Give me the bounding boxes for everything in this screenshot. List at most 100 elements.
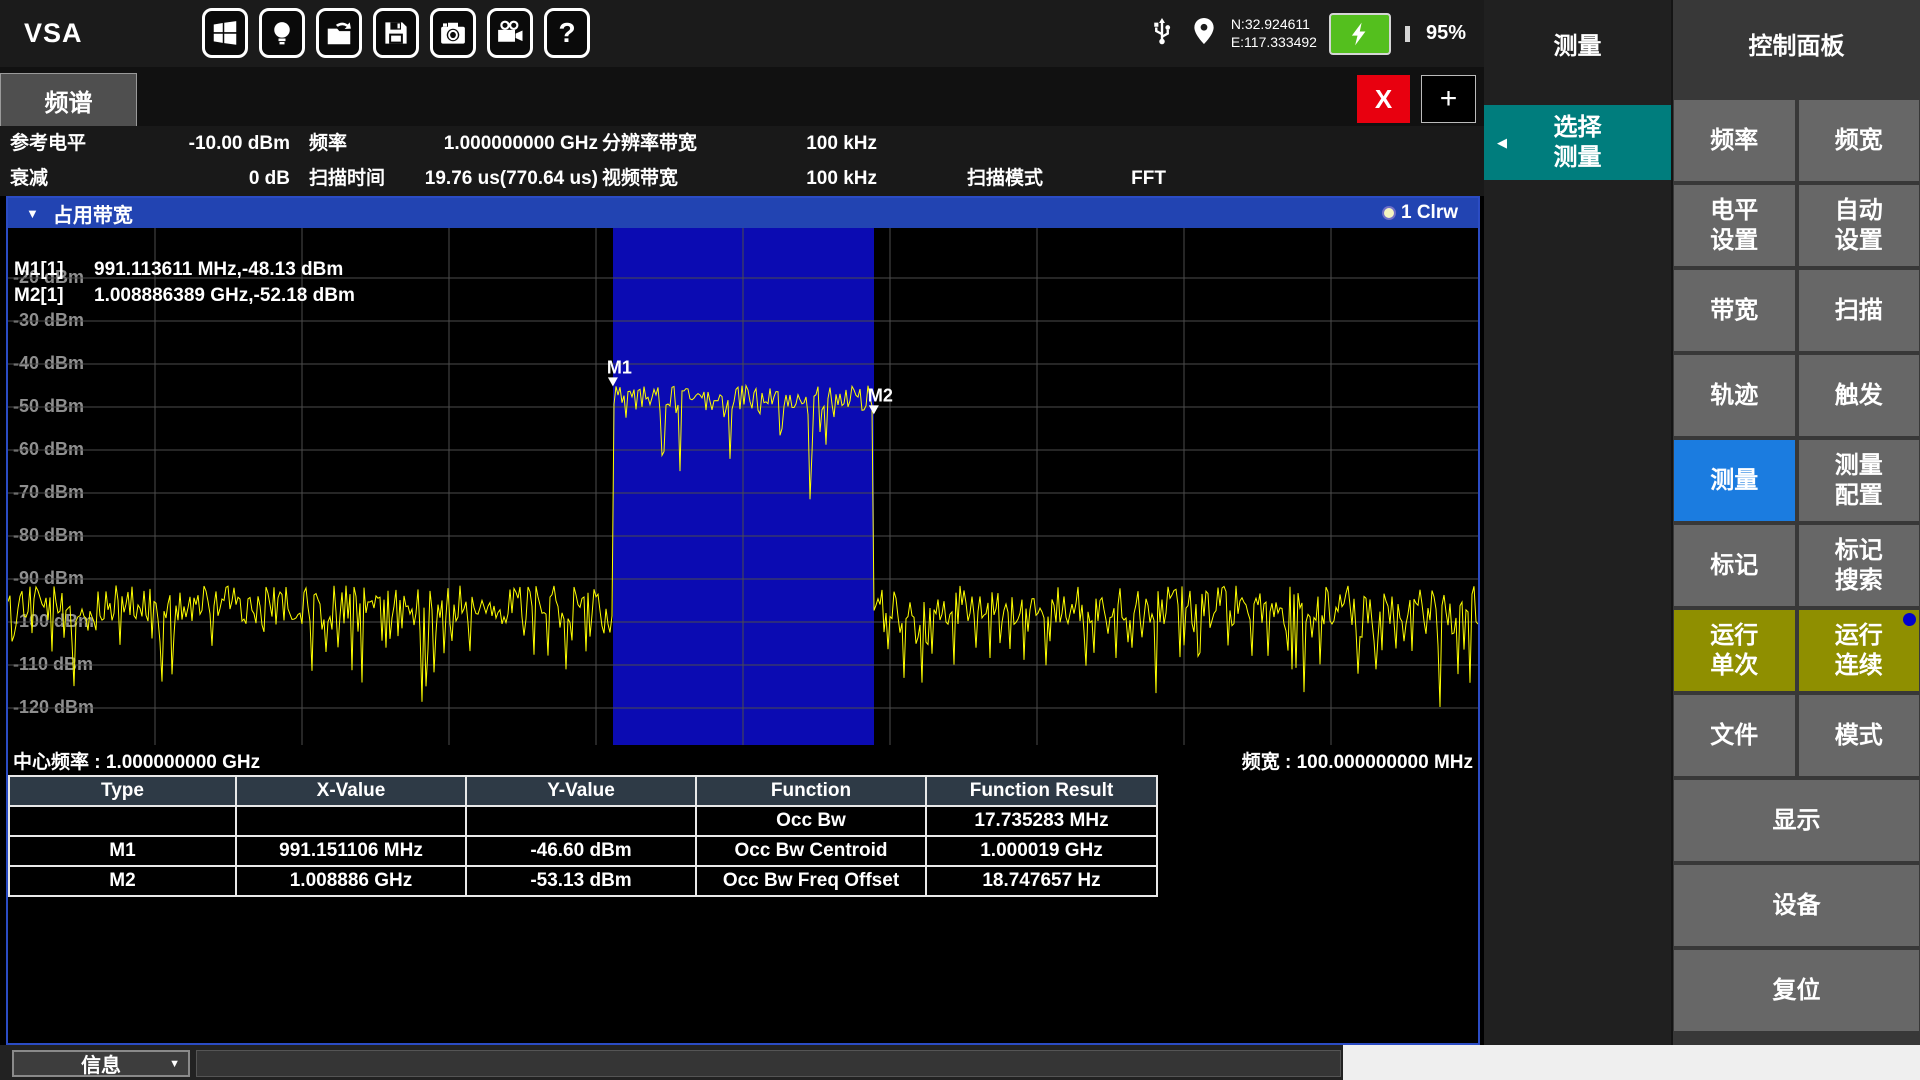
control-button-16[interactable]: 显示 <box>1674 780 1919 861</box>
table-cell: 18.747657 Hz <box>926 866 1157 896</box>
setting-label: 参考电平 <box>10 126 86 161</box>
table-cell <box>466 806 696 836</box>
table-header-cell: Function Result <box>926 776 1157 806</box>
table-header-cell: Type <box>9 776 236 806</box>
setting-label: 分辨率带宽 <box>602 126 697 161</box>
control-button-12[interactable]: 运行 单次 <box>1674 610 1795 691</box>
settings-bar: 参考电平-10.00 dBm频率1.000000000 GHz分辨率带宽100 … <box>0 126 1484 196</box>
gps-north: N:32.924611 <box>1231 16 1317 34</box>
control-button-2[interactable]: 电平 设置 <box>1674 185 1795 266</box>
control-button-14[interactable]: 文件 <box>1674 695 1795 776</box>
table-header-row: TypeX-ValueY-ValueFunctionFunction Resul… <box>9 776 1157 806</box>
control-button-0[interactable]: 频率 <box>1674 100 1795 181</box>
info-label: 信息 <box>81 1049 121 1078</box>
marker-table: TypeX-ValueY-ValueFunctionFunction Resul… <box>8 775 1158 897</box>
top-bar: VSA ? <box>0 0 1484 67</box>
active-dot-icon <box>1903 613 1916 626</box>
close-tab-button[interactable]: X <box>1357 75 1410 123</box>
usb-icon <box>1147 15 1177 52</box>
control-button-1[interactable]: 频宽 <box>1799 100 1920 181</box>
table-cell: Occ Bw Centroid <box>696 836 926 866</box>
table-cell: -53.13 dBm <box>466 866 696 896</box>
app-root: VSA ? <box>0 0 1920 1080</box>
marker-value: 991.113611 MHz,-48.13 dBm <box>94 259 343 280</box>
chart-header: ▼ 占用带宽 1 Clrw <box>8 198 1478 228</box>
control-button-8[interactable]: 测量 <box>1674 440 1795 521</box>
battery-tip <box>1405 26 1410 42</box>
table-cell: Occ Bw <box>696 806 926 836</box>
control-button-15[interactable]: 模式 <box>1799 695 1920 776</box>
control-button-7[interactable]: 触发 <box>1799 355 1920 436</box>
table-cell <box>9 806 236 836</box>
control-button-3[interactable]: 自动 设置 <box>1799 185 1920 266</box>
table-row: Occ Bw17.735283 MHz <box>9 806 1157 836</box>
svg-text:M2: M2 <box>868 385 893 405</box>
select-measurement-button[interactable]: ◀ 选择 测量 <box>1484 105 1671 180</box>
setting-label: 视频带宽 <box>602 161 678 196</box>
save-icon[interactable] <box>373 8 419 58</box>
message-panel <box>196 1050 1341 1077</box>
control-button-18[interactable]: 复位 <box>1674 950 1919 1031</box>
battery-percent: 95% <box>1426 22 1466 45</box>
record-icon[interactable] <box>487 8 533 58</box>
table-cell: 17.735283 MHz <box>926 806 1157 836</box>
tab-spectrum[interactable]: 频谱 <box>0 73 137 126</box>
table-header-cell: Y-Value <box>466 776 696 806</box>
battery-icon <box>1329 13 1391 55</box>
bottom-gray-area <box>1343 1045 1920 1080</box>
screenshot-icon[interactable] <box>430 8 476 58</box>
control-button-6[interactable]: 轨迹 <box>1674 355 1795 436</box>
table-row: M1991.151106 MHz-46.60 dBmOcc Bw Centroi… <box>9 836 1157 866</box>
setting-value: FFT <box>1040 161 1166 196</box>
gps-coordinates: N:32.924611 E:117.333492 <box>1231 16 1317 51</box>
help-icon[interactable]: ? <box>544 8 590 58</box>
marker-name: M1[1] <box>14 259 94 281</box>
select-measurement-label: 选择 测量 <box>1554 113 1602 173</box>
table-cell: 1.008886 GHz <box>236 866 466 896</box>
control-button-4[interactable]: 带宽 <box>1674 270 1795 351</box>
table-cell: 991.151106 MHz <box>236 836 466 866</box>
control-button-17[interactable]: 设备 <box>1674 865 1919 946</box>
windows-icon[interactable] <box>202 8 248 58</box>
svg-text:M1: M1 <box>607 357 632 377</box>
collapse-icon[interactable]: ▼ <box>26 206 39 221</box>
bottom-bar: 信息 ▼ <box>0 1045 1920 1080</box>
settings-row-2: 衰减0 dB扫描时间19.76 us(770.64 us)视频带宽100 kHz… <box>0 161 1484 196</box>
setting-value: 19.76 us(770.64 us) <box>360 161 598 196</box>
location-pin-icon <box>1189 14 1219 53</box>
marker-readout-line: M1[1]991.113611 MHz,-48.13 dBm <box>14 259 343 281</box>
toolbar: ? <box>202 8 590 58</box>
control-button-13[interactable]: 运行 连续 <box>1799 610 1920 691</box>
chart-title: 占用带宽 <box>53 199 133 228</box>
control-button-11[interactable]: 标记 搜索 <box>1799 525 1920 606</box>
table-cell: M1 <box>9 836 236 866</box>
trace-dot-icon <box>1384 208 1394 218</box>
table-cell <box>236 806 466 836</box>
setting-value: 1.000000000 GHz <box>360 126 598 161</box>
trace-badge[interactable]: 1 Clrw <box>1384 198 1458 228</box>
control-button-grid: 频率频宽电平 设置自动 设置带宽扫描轨迹触发测量测量 配置标记标记 搜索运行 单… <box>1674 100 1919 1031</box>
setting-value: 100 kHz <box>700 161 877 196</box>
control-button-9[interactable]: 测量 配置 <box>1799 440 1920 521</box>
trace-badge-label: 1 Clrw <box>1401 202 1458 224</box>
table-cell: -46.60 dBm <box>466 836 696 866</box>
settings-row-1: 参考电平-10.00 dBm频率1.000000000 GHz分辨率带宽100 … <box>0 126 1484 161</box>
measure-menu-column: 测量 ◀ 选择 测量 <box>1484 0 1671 1045</box>
table-header-cell: Function <box>696 776 926 806</box>
arrow-left-icon: ◀ <box>1497 135 1507 151</box>
add-tab-button[interactable]: + <box>1421 75 1476 123</box>
tab-row: 频谱 X + <box>0 67 1484 126</box>
info-dropdown[interactable]: 信息 ▼ <box>12 1050 190 1077</box>
app-logo: VSA <box>24 0 83 67</box>
chart-panel: ▼ 占用带宽 1 Clrw M1M2 -20 dBm-30 dBm-40 dBm… <box>6 196 1480 1045</box>
bulb-icon[interactable] <box>259 8 305 58</box>
control-button-5[interactable]: 扫描 <box>1799 270 1920 351</box>
table-cell: 1.000019 GHz <box>926 836 1157 866</box>
table-header-cell: X-Value <box>236 776 466 806</box>
open-icon[interactable] <box>316 8 362 58</box>
marker-name: M2[1] <box>14 285 94 307</box>
center-frequency: 中心频率 : 1.000000000 GHz <box>13 747 260 774</box>
control-button-10[interactable]: 标记 <box>1674 525 1795 606</box>
marker-readout-line: M2[1]1.008886389 GHz,-52.18 dBm <box>14 285 355 307</box>
table-row: M21.008886 GHz-53.13 dBmOcc Bw Freq Offs… <box>9 866 1157 896</box>
